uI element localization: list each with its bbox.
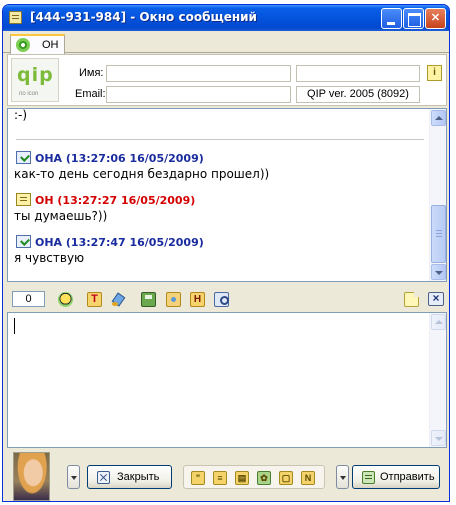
message-header: ОНА (13:27:06 16/05/2009) (16, 151, 204, 165)
name-field[interactable] (106, 65, 291, 82)
user-info-icon[interactable]: i (427, 65, 442, 81)
font-icon[interactable]: T (87, 292, 102, 307)
message-author-time: ОНА (13:27:06 16/05/2009) (35, 152, 204, 165)
message-input[interactable] (7, 312, 447, 448)
maximize-button[interactable] (403, 8, 424, 29)
email-label: Email: (75, 88, 106, 100)
qip-logo: qip (17, 64, 54, 86)
message-header: ОНА (13:27:47 16/05/2009) (16, 235, 204, 249)
list-icon[interactable]: ≡ (213, 471, 227, 485)
message-text: ты думаешь?)) (14, 209, 108, 223)
scroll-down-icon[interactable] (431, 264, 446, 280)
quote-icon[interactable]: " (191, 471, 205, 485)
grip-icon (436, 230, 442, 231)
received-message-icon (16, 151, 31, 164)
contact-card-icon[interactable]: ▤ (235, 471, 249, 485)
message-text: я чувствую (14, 251, 85, 265)
name-label: Имя: (79, 67, 104, 79)
quick-actions-bar: " ≡ ▤ ✿ ▢ N (183, 465, 325, 489)
find-icon[interactable] (214, 292, 229, 307)
tab-label: ОН (42, 39, 59, 51)
received-message-icon (16, 235, 31, 248)
close-window-button[interactable]: ✕ (425, 8, 446, 29)
history-separator (16, 139, 424, 140)
minimize-button[interactable] (381, 8, 402, 29)
message-header: ОН (13:27:27 16/05/2009) (16, 193, 195, 207)
message-text: как-то день сегодня бездарно прошел)) (14, 167, 270, 181)
no-icon-caption: no icon (19, 91, 39, 97)
close-button[interactable]: Закрыть (87, 465, 172, 489)
close-button-label: Закрыть (117, 471, 160, 483)
smiley-icon[interactable] (58, 292, 73, 307)
scroll-up-icon[interactable] (431, 314, 446, 330)
contact-info-panel: qip no icon Имя: Email: QIP ver. 2005 (8… (7, 54, 447, 106)
close-options-dropdown[interactable] (67, 465, 80, 489)
color-icon[interactable] (111, 292, 126, 307)
tab-strip: ОН (3, 31, 449, 54)
sent-message-icon (16, 193, 31, 206)
window-title: [444-931-984] - Окно сообщений (30, 10, 257, 24)
message-author-time: ОН (13:27:27 16/05/2009) (35, 194, 196, 207)
history-icon[interactable]: H (190, 292, 205, 307)
client-field[interactable] (296, 65, 420, 82)
client-version-field: QIP ver. 2005 (8092) (296, 86, 420, 103)
image-folder-icon[interactable] (166, 292, 181, 307)
scroll-up-icon[interactable] (431, 110, 446, 126)
email-field[interactable] (106, 86, 291, 103)
send-button[interactable]: Отправить (352, 465, 440, 489)
grip-icon (436, 236, 442, 237)
title-bar[interactable]: [444-931-984] - Окно сообщений ✕ (3, 5, 449, 31)
save-icon[interactable] (141, 292, 156, 307)
note-icon[interactable] (404, 292, 419, 307)
invite-icon[interactable]: ✿ (257, 471, 271, 485)
scroll-down-icon[interactable] (431, 430, 446, 446)
message-window-icon (9, 11, 22, 24)
notes-n-icon[interactable]: N (301, 471, 315, 485)
input-scrollbar[interactable] (429, 313, 446, 447)
close-toolbar-icon[interactable]: × (428, 292, 444, 306)
message-window: [444-931-984] - Окно сообщений ✕ ОН qip … (2, 4, 450, 502)
message-history[interactable]: :-) ОНА (13:27:06 16/05/2009) как-то ден… (7, 108, 447, 282)
send-options-dropdown[interactable] (336, 465, 349, 489)
text-caret (14, 318, 15, 334)
close-icon (97, 471, 110, 484)
bottom-bar: Закрыть " ≡ ▤ ✿ ▢ N Отправить (3, 450, 449, 501)
grip-icon (436, 233, 442, 234)
flower-status-icon (16, 38, 30, 52)
history-partial-line: :-) (14, 108, 28, 122)
message-author-time: ОНА (13:27:47 16/05/2009) (35, 236, 204, 249)
history-scrollbar[interactable] (429, 109, 446, 281)
contact-avatar-placeholder: qip no icon (11, 58, 59, 102)
tab-contact[interactable]: ОН (10, 34, 65, 54)
send-button-label: Отправить (380, 471, 435, 483)
avatar (13, 452, 50, 501)
char-counter: 0 (12, 291, 45, 307)
format-toolbar: 0 T H × (7, 288, 447, 310)
copy-icon[interactable]: ▢ (279, 471, 293, 485)
send-icon (362, 471, 375, 484)
scroll-thumb[interactable] (431, 205, 446, 263)
